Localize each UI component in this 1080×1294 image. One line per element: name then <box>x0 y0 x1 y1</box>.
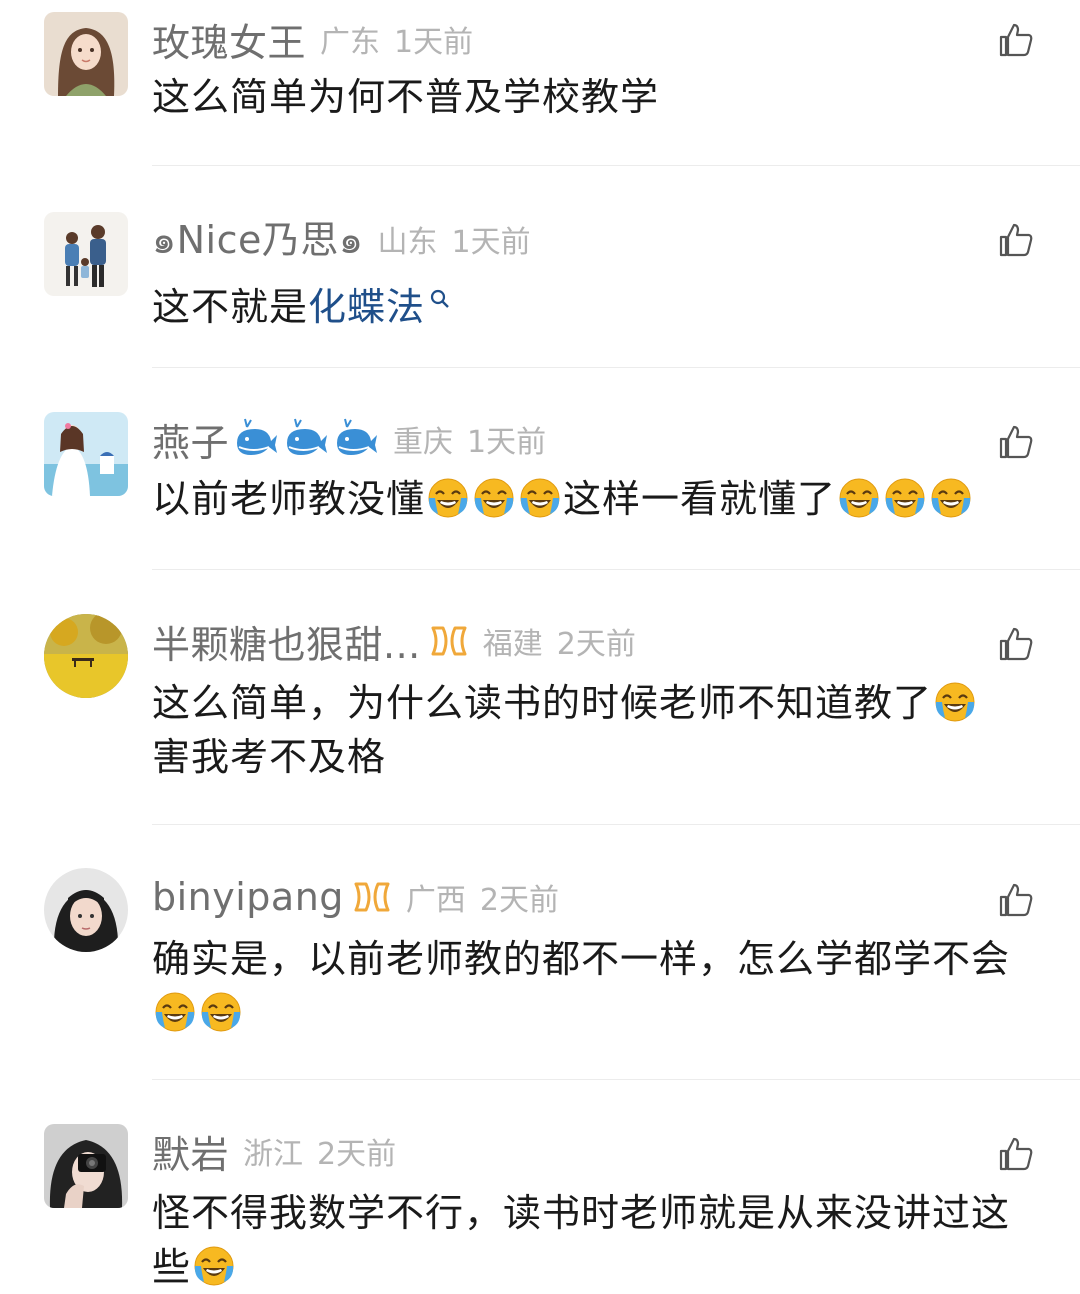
timestamp: 2天前 <box>556 627 636 662</box>
avatar[interactable] <box>44 412 128 496</box>
whale-emoji <box>283 417 329 461</box>
thumbs-up-icon[interactable] <box>996 422 1036 462</box>
avatar[interactable] <box>44 12 128 96</box>
avatar[interactable] <box>44 1124 128 1208</box>
thumbs-up-icon[interactable] <box>996 1134 1036 1174</box>
crying-laughing-emoji <box>192 1244 236 1288</box>
thumbs-up-icon[interactable] <box>996 624 1036 664</box>
search-icon[interactable] <box>429 270 451 308</box>
comment-text-content: 以前老师教没懂 <box>152 477 426 521</box>
timestamp: 1天前 <box>451 225 531 260</box>
timestamp: 1天前 <box>394 25 474 60</box>
timestamp: 2天前 <box>479 883 560 918</box>
divider <box>152 824 1080 825</box>
comment-meta: ๑Nice乃思๑ 山东 1天前 <box>152 214 531 264</box>
divider <box>152 165 1080 166</box>
username[interactable]: ๑Nice乃思๑ <box>152 209 364 270</box>
crying-laughing-emoji <box>199 990 243 1034</box>
comment-meta: 默岩 浙江 2天前 <box>152 1124 397 1179</box>
comment-text-content: 确实是，以前老师教的都不一样，怎么学都学不会 <box>152 937 1011 981</box>
thumbs-up-icon[interactable] <box>996 880 1036 920</box>
comment-text-content: 这样一看就懂了 <box>563 477 837 521</box>
comment-meta: binyipang 广西 2天前 <box>152 872 559 922</box>
timestamp: 2天前 <box>317 1137 397 1172</box>
username[interactable]: 燕子 <box>152 412 229 467</box>
comment-meta: 半颗糖也狠甜... 福建 2天前 <box>152 614 636 669</box>
comment-text: 确实是，以前老师教的都不一样，怎么学都学不会 <box>152 932 1052 1040</box>
crying-laughing-emoji <box>518 476 562 520</box>
crying-laughing-emoji <box>837 476 881 520</box>
location: 福建 <box>482 627 543 662</box>
location: 山东 <box>377 225 438 260</box>
comment-text-content: 怪不得我数学不行，读书时老师就是从来没讲过这 <box>152 1191 1011 1235</box>
divider <box>152 1079 1080 1080</box>
comment-text-content: 害我考不及格 <box>152 735 387 779</box>
whale-emoji <box>233 417 279 461</box>
comment-text-content: 这么简单为何不普及学校教学 <box>152 75 660 119</box>
username[interactable]: 玫瑰女王 <box>152 12 306 67</box>
infinity-badge-icon <box>352 880 392 914</box>
crying-laughing-emoji <box>933 680 977 724</box>
username[interactable]: binyipang <box>152 875 344 919</box>
crying-laughing-emoji <box>472 476 516 520</box>
comment-meta: 玫瑰女王 广东 1天前 <box>152 12 474 67</box>
location: 重庆 <box>393 425 454 460</box>
timestamp: 1天前 <box>467 425 547 460</box>
crying-laughing-emoji <box>883 476 927 520</box>
comment-text: 怪不得我数学不行，读书时老师就是从来没讲过这些 <box>152 1186 1052 1294</box>
comment-text: 以前老师教没懂 这样一看就懂了 <box>152 472 1062 526</box>
comment-text: 这么简单为何不普及学校教学 <box>152 70 1052 124</box>
thumbs-up-icon[interactable] <box>996 20 1036 60</box>
avatar[interactable] <box>44 614 128 698</box>
comment-meta: 燕子 重庆 1天前 <box>152 412 547 467</box>
username[interactable]: 默岩 <box>152 1124 229 1179</box>
location: 广西 <box>405 883 466 918</box>
avatar[interactable] <box>44 212 128 296</box>
divider <box>152 367 1080 368</box>
avatar[interactable] <box>44 868 128 952</box>
location: 广东 <box>320 25 381 60</box>
crying-laughing-emoji <box>426 476 470 520</box>
comment-text: 这不就是化蝶法 <box>152 270 1052 334</box>
comment-text-content: 些 <box>152 1245 192 1289</box>
comment-text-content: 这么简单，为什么读书的时候老师不知道教了 <box>152 681 933 725</box>
comment-text-content: 这不就是 <box>152 285 309 329</box>
infinity-badge-icon <box>429 624 469 658</box>
whale-emoji <box>333 417 379 461</box>
divider <box>152 569 1080 570</box>
crying-laughing-emoji <box>153 990 197 1034</box>
comment-text: 这么简单，为什么读书的时候老师不知道教了 害我考不及格 <box>152 676 1052 784</box>
username[interactable]: 半颗糖也狠甜... <box>152 614 421 669</box>
thumbs-up-icon[interactable] <box>996 220 1036 260</box>
topic-link[interactable]: 化蝶法 <box>308 285 425 329</box>
location: 浙江 <box>243 1137 304 1172</box>
crying-laughing-emoji <box>929 476 973 520</box>
